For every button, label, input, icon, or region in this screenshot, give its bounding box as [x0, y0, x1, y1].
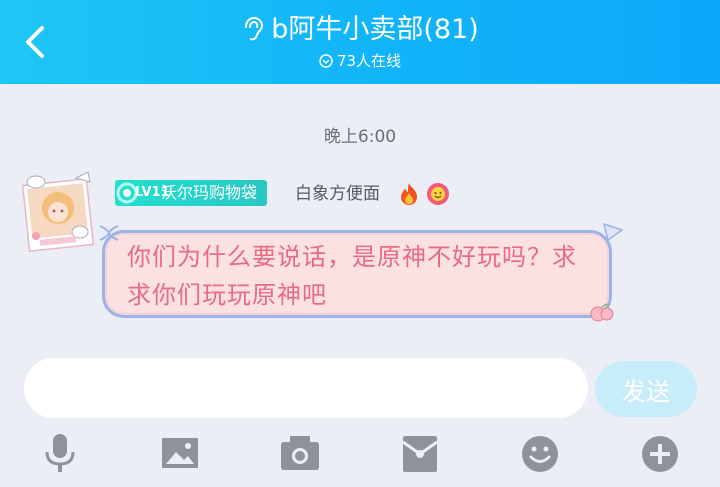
emoji-button[interactable]	[518, 432, 562, 476]
photo-button[interactable]	[158, 432, 202, 476]
send-button[interactable]: 发送	[595, 361, 697, 417]
red-packet-button[interactable]	[398, 432, 442, 476]
more-button[interactable]	[638, 432, 682, 476]
sender-name[interactable]: 白象方便面	[295, 182, 380, 206]
online-status: 73人在线	[0, 51, 720, 71]
online-count: 73人在线	[336, 52, 402, 70]
red-packet-icon	[402, 436, 438, 472]
camera-button[interactable]	[278, 432, 322, 476]
image-icon	[162, 438, 198, 468]
ribbon-decoration-icon	[99, 225, 119, 241]
triangle-decoration-icon	[602, 222, 624, 242]
plus-icon	[642, 436, 678, 472]
chat-header: b阿牛小卖部(81) 73人在线	[0, 0, 720, 84]
online-check-icon	[319, 53, 333, 68]
input-toolbar	[0, 432, 720, 476]
member-level-badge: LV11 沃尔玛购物袋	[115, 180, 268, 206]
sender-avatar[interactable]	[18, 168, 96, 252]
camera-icon	[281, 436, 319, 470]
message-input[interactable]	[24, 358, 588, 418]
voice-button[interactable]	[38, 432, 82, 476]
level-text: LV11	[135, 185, 170, 200]
message-text: 你们为什么要说话，是原神不好玩吗？求求你们玩玩原神吧	[127, 243, 577, 309]
group-title: b阿牛小卖部(81)	[271, 14, 479, 45]
flower-smile-icon	[427, 183, 449, 205]
ear-icon	[245, 16, 264, 40]
fire-icon	[401, 183, 417, 205]
group-title-row[interactable]: b阿牛小卖部(81)	[0, 12, 720, 48]
emoji-icon	[522, 436, 558, 472]
message-timestamp: 晚上6:00	[323, 127, 397, 147]
microphone-icon	[45, 434, 75, 472]
